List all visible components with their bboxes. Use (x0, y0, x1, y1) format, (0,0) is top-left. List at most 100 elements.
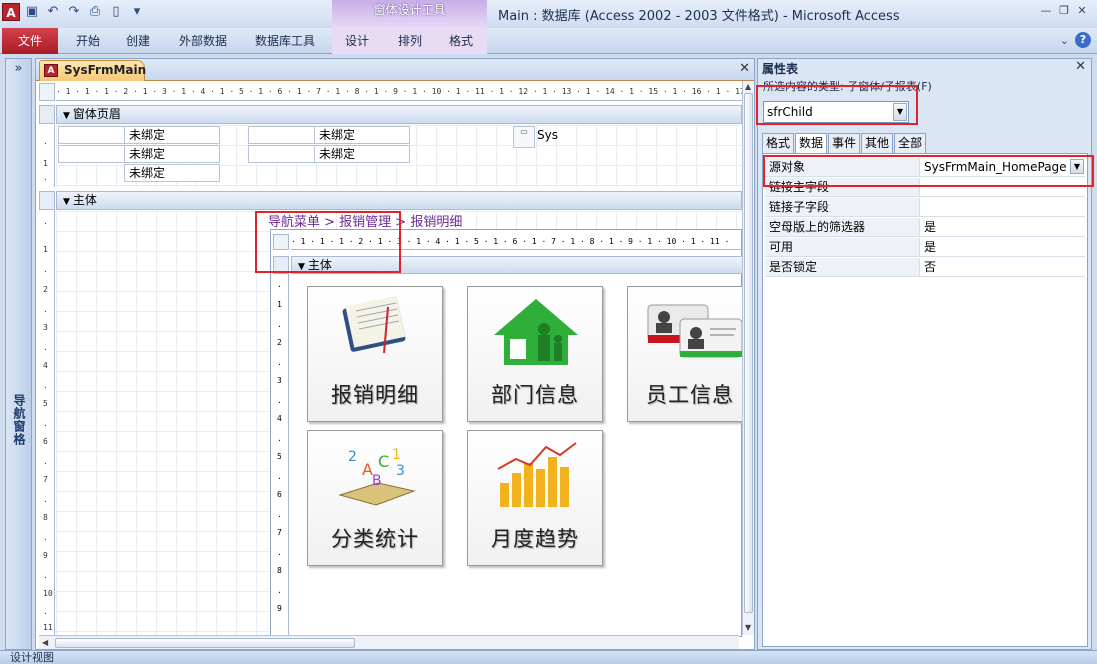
close-icon[interactable]: ✕ (1075, 4, 1089, 18)
house-family-icon (494, 299, 578, 365)
tab-design[interactable]: 设计 (345, 28, 369, 54)
tab-event-props[interactable]: 事件 (828, 133, 861, 153)
scroll-up-icon[interactable]: ▲ (745, 82, 751, 91)
header-unbound-3[interactable]: 未绑定 (124, 164, 220, 182)
save-icon[interactable]: ▣ (23, 3, 41, 21)
close-document-icon[interactable]: ✕ (739, 61, 750, 76)
header-unbound-5[interactable]: 未绑定 (314, 145, 410, 163)
status-bar: 设计视图 (0, 650, 1097, 664)
document-tab-bar: A SysFrmMain ✕ (36, 59, 754, 81)
form-header-label: 窗体页眉 (72, 107, 121, 121)
tab-database-tools[interactable]: 数据库工具 (255, 28, 315, 54)
horizontal-ruler[interactable]: · 1 · 1 · 1 · 2 · 1 · 3 · 1 · 4 · 1 · 5 … (56, 83, 742, 101)
property-name: 是否锁定 (765, 258, 920, 276)
header-label-box[interactable] (248, 126, 316, 144)
property-row-enabled[interactable]: 可用 是 (765, 238, 1085, 257)
property-value[interactable] (921, 198, 1085, 216)
horizontal-scrollbar[interactable]: ◀ (39, 635, 739, 649)
tab-format[interactable]: 格式 (449, 28, 473, 54)
new-document-icon[interactable]: ▯ (107, 3, 125, 21)
abc-book-icon: 2 A C 1 3 B (338, 447, 416, 506)
scroll-down-icon[interactable]: ▼ (745, 623, 751, 632)
svg-text:B: B (372, 473, 382, 489)
redo-icon[interactable]: ↷ (65, 3, 83, 21)
tile-employee-info[interactable]: 员工信息 (627, 286, 743, 422)
svg-text:C: C (378, 452, 389, 471)
form-header-selector[interactable] (39, 105, 55, 124)
tile-label: 报销明细 (331, 383, 419, 407)
tab-other-props[interactable]: 其他 (861, 133, 894, 153)
detail-vertical-ruler[interactable]: · 1 · 2 · 3 · 4 · 5 · 6 · 7 · 8 · 9 · 10… (39, 211, 55, 635)
tile-label: 月度趋势 (491, 527, 579, 551)
minimize-ribbon-icon[interactable]: ⌄ (1060, 34, 1069, 47)
section-arrow-icon: ▼ (63, 111, 70, 121)
form-header-grid[interactable]: 未绑定 未绑定 未绑定 未绑定 未绑定 (56, 125, 742, 187)
tile-department-info[interactable]: 部门信息 (467, 286, 603, 422)
horizontal-scroll-thumb[interactable] (55, 638, 355, 648)
form-header-vertical-ruler[interactable]: · 1 · (39, 125, 55, 187)
header-unbound-4[interactable]: 未绑定 (314, 126, 410, 144)
form-header-section-bar[interactable]: ▼ 窗体页眉 (56, 105, 742, 124)
form-object-icon: A (44, 64, 58, 77)
form-design-window: A SysFrmMain ✕ · 1 · 1 · 1 · 2 · 1 · 3 ·… (35, 58, 755, 650)
access-logo-icon[interactable]: A (2, 3, 20, 21)
header-unbound-2[interactable]: 未绑定 (124, 145, 220, 163)
expand-nav-icon[interactable]: » (6, 59, 31, 81)
property-name: 空母版上的筛选器 (765, 218, 920, 236)
property-row-locked[interactable]: 是否锁定 否 (765, 258, 1085, 277)
customize-toolbar-icon[interactable]: ▾ (128, 3, 146, 21)
tile-expense-detail[interactable]: 报销明细 (307, 286, 443, 422)
tab-arrange[interactable]: 排列 (398, 28, 422, 54)
tile-monthly-trend[interactable]: 月度趋势 (467, 430, 603, 566)
context-tab-group-label: 窗体设计工具 (373, 3, 446, 17)
minimize-icon[interactable]: — (1039, 4, 1053, 18)
bar-chart-icon (497, 442, 577, 507)
context-tab-group-header: 窗体设计工具 (332, 0, 487, 28)
quick-access-toolbar: A ▣ ↶ ↷ ⎙ ▯ ▾ (2, 3, 146, 21)
detail-selector[interactable] (39, 191, 55, 210)
window-controls: — ❐ ✕ (1039, 4, 1089, 18)
access-window: A ▣ ↶ ↷ ⎙ ▯ ▾ 窗体设计工具 Main : 数据库 (Access … (0, 0, 1097, 664)
header-label-box[interactable] (58, 145, 126, 163)
window-title: Main : 数据库 (Access 2002 - 2003 文件格式) - M… (498, 9, 900, 24)
nav-pane-label[interactable]: 导航窗格 (11, 394, 28, 446)
help-icon[interactable]: ? (1075, 32, 1091, 48)
tile-category-stats[interactable]: 2 A C 1 3 B 分类统计 (307, 430, 443, 566)
vertical-scrollbar[interactable]: ▲ ▼ (742, 81, 754, 635)
ribbon-tab-bar: 文件 开始 创建 外部数据 数据库工具 设计 排列 格式 ⌄ ? (0, 28, 1097, 54)
header-label-box[interactable] (248, 145, 316, 163)
form-selector[interactable] (39, 83, 55, 101)
annotation-highlight-subform (255, 211, 401, 273)
subform-sfrchild[interactable]: · 1 · 1 · 1 · 2 · 1 · 3 · 1 · 4 · 1 · 5 … (270, 229, 743, 638)
property-row-filter-empty-master[interactable]: 空母版上的筛选器 是 (765, 218, 1085, 237)
tab-data-props[interactable]: 数据 (795, 133, 828, 153)
subform-vertical-ruler[interactable]: · 1 · 2 · 3 · 4 · 5 · 6 · 7 · 8 · 9 (273, 274, 289, 638)
tile-label: 员工信息 (646, 383, 734, 407)
document-tab-label: SysFrmMain (64, 63, 147, 77)
property-sheet-title: 属性表 (762, 62, 799, 76)
tab-all-props[interactable]: 全部 (894, 133, 927, 153)
document-tab-sysfrmmain[interactable]: A SysFrmMain (39, 60, 147, 81)
vertical-scroll-thumb[interactable] (744, 93, 753, 613)
scroll-left-icon[interactable]: ◀ (42, 638, 48, 647)
status-view-label: 设计视图 (10, 651, 54, 664)
property-value[interactable]: 是 (921, 238, 1085, 256)
property-value[interactable]: 否 (921, 258, 1085, 276)
header-label-box[interactable] (58, 126, 126, 144)
tab-home[interactable]: 开始 (76, 28, 100, 54)
svg-text:2: 2 (348, 449, 357, 465)
property-value[interactable]: 是 (921, 218, 1085, 236)
tab-create[interactable]: 创建 (126, 28, 150, 54)
property-grid: 源对象 SysFrmMain_HomePage ▼ 链接主字段 链接子字段 空母… (762, 153, 1088, 647)
restore-icon[interactable]: ❐ (1057, 4, 1071, 18)
property-row-link-child[interactable]: 链接子字段 (765, 198, 1085, 217)
tab-format-props[interactable]: 格式 (762, 133, 795, 153)
print-preview-icon[interactable]: ⎙ (86, 3, 104, 21)
close-property-sheet-icon[interactable]: ✕ (1075, 59, 1086, 74)
header-unbound-1[interactable]: 未绑定 (124, 126, 220, 144)
undo-icon[interactable]: ↶ (44, 3, 62, 21)
detail-section-bar[interactable]: ▼ 主体 (56, 191, 742, 210)
navigation-pane[interactable]: » 导航窗格 (5, 58, 32, 650)
file-tab[interactable]: 文件 (2, 28, 58, 54)
tab-external-data[interactable]: 外部数据 (179, 28, 227, 54)
